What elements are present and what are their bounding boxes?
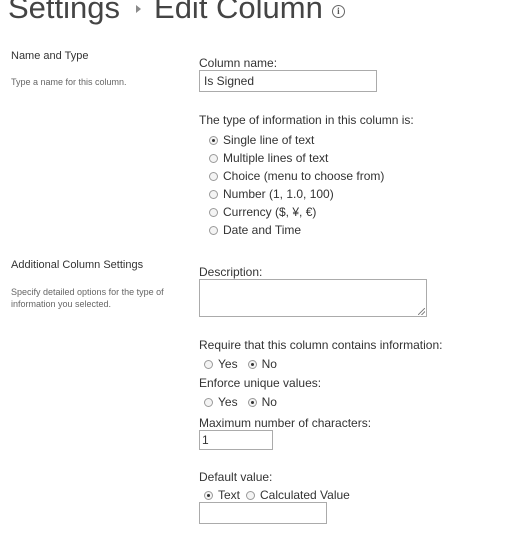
radio-default-text[interactable] [204, 490, 213, 500]
section-description-name-and-type: Type a name for this column. [11, 77, 127, 87]
default-value-text-label: Text [218, 488, 241, 502]
require-options: Yes No [204, 355, 287, 373]
require-no-label: No [261, 357, 277, 371]
section-title-name-and-type: Name and Type [11, 50, 89, 62]
type-option-currency[interactable]: Currency ($, ¥, €) [209, 203, 384, 221]
type-option-label: Multiple lines of text [223, 151, 329, 165]
unique-no-label: No [261, 395, 277, 409]
type-options: Single line of text Multiple lines of te… [209, 131, 384, 239]
radio-currency[interactable] [209, 207, 218, 217]
type-option-label: Date and Time [223, 223, 302, 237]
radio-require-no[interactable] [247, 359, 257, 369]
section-description-additional-settings: Specify detailed options for the type of… [11, 287, 164, 309]
breadcrumb-settings[interactable]: Settings [8, 0, 120, 28]
radio-default-calculated[interactable] [246, 490, 256, 500]
type-option-label: Choice (menu to choose from) [223, 169, 385, 183]
max-chars-input[interactable]: 1 [199, 430, 273, 450]
unique-label: Enforce unique values: [199, 376, 322, 390]
info-icon[interactable]: i [331, 4, 345, 18]
type-option-label: Single line of text [223, 133, 315, 147]
column-name-label: Column name: [199, 56, 278, 70]
breadcrumb-current: Edit Column [154, 0, 323, 25]
column-name-input[interactable]: Is Signed [199, 70, 377, 92]
default-value-label: Default value: [199, 470, 273, 484]
unique-no[interactable]: No [247, 393, 277, 411]
require-no[interactable]: No [247, 355, 277, 373]
unique-yes[interactable]: Yes [204, 393, 238, 411]
breadcrumb-separator-icon [136, 5, 142, 13]
radio-date-time[interactable] [209, 225, 218, 235]
default-value-input[interactable] [199, 502, 327, 524]
require-label: Require that this column contains inform… [199, 338, 443, 352]
type-option-multiple-lines[interactable]: Multiple lines of text [209, 149, 384, 167]
type-option-label: Number (1, 1.0, 100) [223, 187, 334, 201]
unique-yes-label: Yes [218, 395, 238, 409]
type-option-choice[interactable]: Choice (menu to choose from) [209, 167, 384, 185]
radio-multiple-lines[interactable] [209, 153, 218, 163]
max-chars-label: Maximum number of characters: [199, 416, 372, 430]
radio-unique-yes[interactable] [204, 397, 213, 407]
type-option-label: Currency ($, ¥, €) [223, 205, 317, 219]
radio-unique-no[interactable] [247, 397, 257, 407]
type-label: The type of information in this column i… [199, 113, 414, 127]
description-label: Description: [199, 265, 263, 279]
radio-number[interactable] [209, 189, 218, 199]
section-title-additional-settings: Additional Column Settings [11, 259, 144, 271]
resize-grip-icon[interactable] [418, 308, 425, 315]
require-yes-label: Yes [218, 357, 238, 371]
type-option-single-line[interactable]: Single line of text [209, 131, 384, 149]
radio-choice[interactable] [209, 171, 218, 181]
default-value-calculated-label: Calculated Value [260, 488, 350, 502]
type-option-date-time[interactable]: Date and Time [209, 221, 384, 239]
radio-single-line[interactable] [209, 135, 218, 145]
page-title: Settings Edit Column i [8, 0, 345, 28]
description-textarea[interactable] [199, 279, 427, 317]
unique-options: Yes No [204, 393, 287, 411]
type-option-number[interactable]: Number (1, 1.0, 100) [209, 185, 384, 203]
radio-require-yes[interactable] [204, 359, 213, 369]
require-yes[interactable]: Yes [204, 355, 238, 373]
